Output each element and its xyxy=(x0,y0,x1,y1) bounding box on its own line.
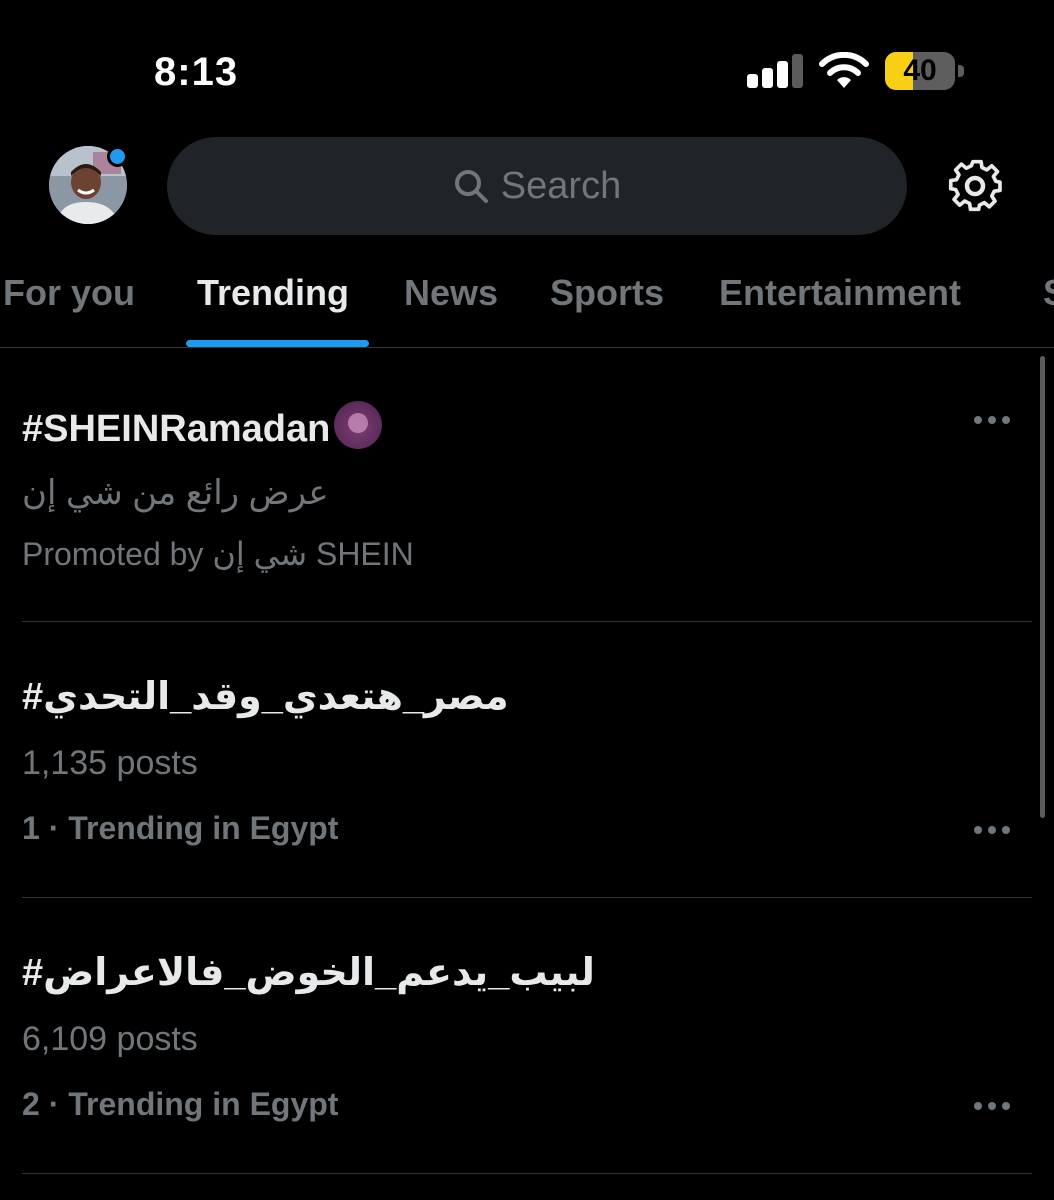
trend-description: عرض رائع من شي إن xyxy=(22,474,329,512)
more-options-icon[interactable] xyxy=(974,416,1010,428)
notification-dot xyxy=(107,146,128,167)
trend-title: #مصر_هتعدي_وقد_التحدي xyxy=(22,676,509,718)
gear-icon[interactable] xyxy=(946,157,1004,215)
trend-rank-location: 2 · Trending in Egypt xyxy=(22,1086,339,1122)
more-options-icon[interactable] xyxy=(974,826,1010,838)
tab-sports[interactable]: Sports xyxy=(550,272,664,314)
divider xyxy=(22,1173,1032,1174)
explore-tabs: For you Trending News Sports Entertainme… xyxy=(0,256,1054,348)
active-tab-indicator xyxy=(186,340,369,347)
explore-screen: 8:13 40 Search For you Trending News Spo… xyxy=(0,0,1054,1200)
wifi-icon xyxy=(819,52,869,88)
search-icon xyxy=(454,170,488,203)
tab-news[interactable]: News xyxy=(404,272,498,314)
trend-rank-location: 1 · Trending in Egypt xyxy=(22,810,339,846)
tab-entertainment[interactable]: Entertainment xyxy=(719,272,961,314)
trend-title: #SHEINRamadan xyxy=(22,401,383,451)
battery-percentage: 40 xyxy=(903,54,937,87)
tab-trending[interactable]: Trending xyxy=(197,272,349,314)
battery-icon: 40 xyxy=(885,52,965,90)
trend-title: #لبيب_يدعم_الخوض_فالاعراض xyxy=(22,952,595,994)
trend-post-count: 6,109 posts xyxy=(22,1020,198,1058)
tab-partial-next[interactable]: S xyxy=(1043,272,1054,314)
status-bar: 8:13 40 xyxy=(0,0,1054,130)
trend-item-promoted[interactable]: #SHEINRamadan عرض رائع من شي إن Promoted… xyxy=(0,349,1032,622)
more-options-icon[interactable] xyxy=(974,1102,1010,1114)
promoted-label: Promoted by شي إن SHEIN xyxy=(22,536,414,572)
tab-for-you[interactable]: For you xyxy=(3,272,135,314)
ramadan-hashflag-icon xyxy=(334,401,383,449)
trend-item[interactable]: #مصر_هتعدي_وقد_التحدي 1,135 posts 1 · Tr… xyxy=(0,622,1032,898)
search-input[interactable]: Search xyxy=(167,137,907,235)
status-time: 8:13 xyxy=(154,50,239,94)
search-placeholder: Search xyxy=(500,164,622,207)
trend-post-count: 1,135 posts xyxy=(22,744,198,782)
scrollbar[interactable] xyxy=(1040,356,1045,818)
trend-item[interactable]: #لبيب_يدعم_الخوض_فالاعراض 6,109 posts 2 … xyxy=(0,898,1032,1174)
cellular-signal-icon xyxy=(747,54,803,88)
